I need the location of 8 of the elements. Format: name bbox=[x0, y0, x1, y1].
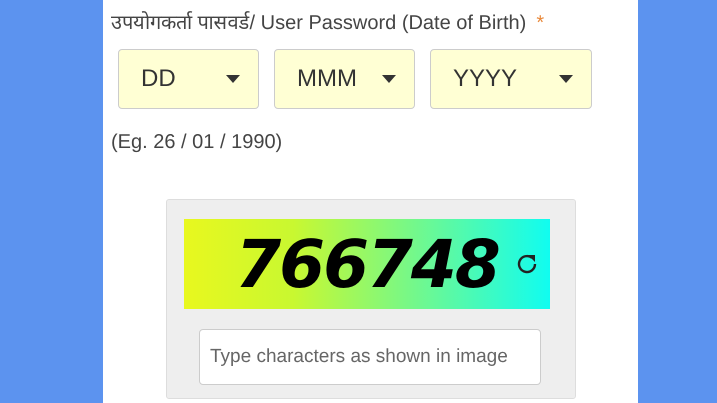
example-hint: (Eg. 26 / 01 / 1990) bbox=[111, 131, 284, 154]
captcha-input[interactable]: Type characters as shown in image bbox=[199, 329, 541, 385]
date-dropdown[interactable]: MMM bbox=[274, 49, 415, 109]
required-mark: * bbox=[536, 12, 544, 35]
date-dropdown[interactable]: YYYY bbox=[430, 49, 592, 109]
date-dropdown[interactable]: DD bbox=[118, 49, 259, 109]
field-label: उपयोगकर्ता पासवर्ड/ User Password (Date of Birth) bbox=[111, 10, 526, 35]
captcha-code: 766748 bbox=[235, 226, 499, 302]
